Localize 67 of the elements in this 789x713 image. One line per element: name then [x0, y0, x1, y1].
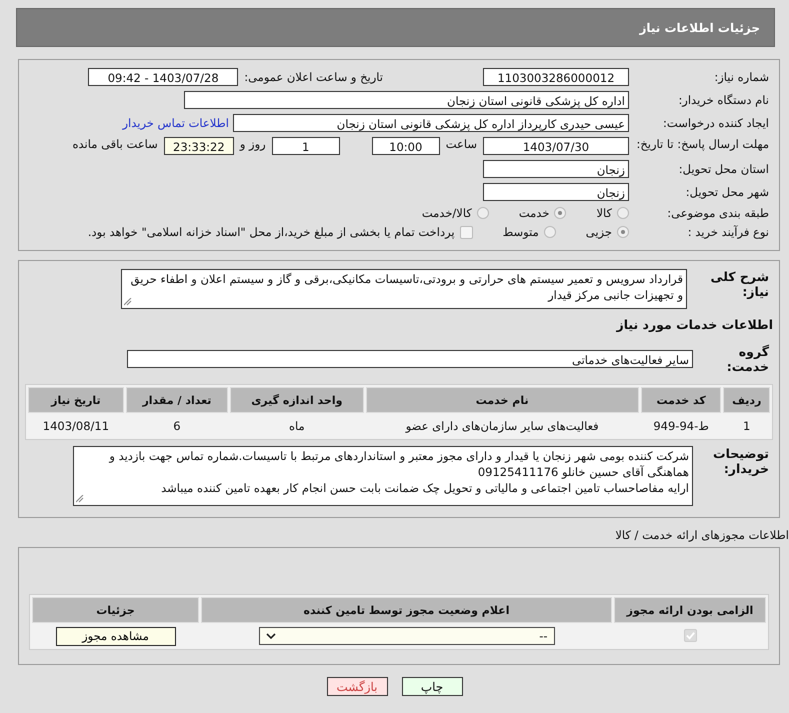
field-label: ایجاد کننده درخواست: — [662, 116, 770, 130]
radio-label: خدمت — [518, 206, 550, 220]
column-header: تعداد / مقدار — [126, 387, 228, 413]
radio-button[interactable] — [554, 207, 566, 219]
field-label: تاریخ و ساعت اعلان عمومی: — [244, 70, 383, 84]
radio-button[interactable] — [544, 226, 556, 238]
field-label: شماره نیاز: — [713, 70, 770, 84]
table-cell-text: 1403/08/11 — [42, 418, 110, 435]
time-field[interactable]: 10:00 — [372, 137, 440, 155]
chevron-down-icon — [266, 633, 276, 639]
checkbox-label: پرداخت تمام یا بخشی از مبلغ خرید،از محل "اسناد خزانه اسلامی" خواهد بود. — [88, 225, 455, 239]
checkbox[interactable] — [684, 628, 696, 642]
text-field[interactable]: اداره کل پزشکی قانونی استان زنجان — [184, 91, 629, 109]
radio-label: کالا — [596, 206, 612, 220]
resize-grip-icon[interactable] — [76, 495, 84, 503]
back-button[interactable]: بازگشت — [326, 677, 388, 696]
field-label: توضیحات خریدار: — [712, 446, 770, 476]
page-title: جزئیات اطلاعات نیاز — [639, 20, 760, 34]
table-cell-text: 1 — [742, 418, 752, 435]
radio-button[interactable] — [617, 207, 629, 219]
field-label: روز و — [240, 137, 266, 151]
field-label: نوع فرآیند خرید : — [686, 225, 770, 239]
print-button[interactable]: چاپ — [402, 677, 462, 696]
column-header: اعلام وضعیت مجوز توسط تامین کننده — [201, 597, 612, 623]
column-header: کد خدمت — [640, 387, 722, 413]
field-label: گروه خدمت: — [726, 344, 770, 374]
column-header: جزئیات — [32, 597, 199, 623]
field-label: استان محل تحویل: — [678, 162, 770, 176]
table-cell-text: فعالیت‌های سایر سازمان‌های دارای عضو — [404, 418, 600, 435]
table-cell-text: 6 — [172, 418, 182, 435]
column-header: تاریخ نیاز — [28, 387, 124, 413]
text-area[interactable]: شرکت کننده بومی شهر زنجان یا قیدار و دارای مجوز معتبر و استانداردهای مرتبط با تاسیسات.شماره تماس جهت بازدید و هماهنگی آقای حسین خانلو 09125411176 ارایه مفاصاحساب تامین اجتماعی و مالیاتی و تحویل چک ضمانت بابت حسن انجام کار بعهده تامین کننده میباشد — [73, 446, 693, 506]
field-label: نام دستگاه خریدار: — [677, 93, 770, 107]
table-cell-text: ماه — [288, 418, 306, 435]
field-label: مهلت ارسال پاسخ: تا تاریخ: — [635, 137, 770, 151]
text-area[interactable]: قرارداد سرویس و تعمیر سیستم های حرارتی و برودتی،تاسیسات مکانیکی،برقی و گاز و سیستم اعلان و اطفاء حریق و تجهیزات جانبی مرکز قیدار — [121, 269, 687, 309]
radio-label: متوسط — [502, 225, 539, 239]
text-field[interactable]: زنجان — [483, 160, 629, 178]
field-label: ساعت باقی مانده — [72, 137, 158, 151]
remaining-time-field: 23:33:22 — [164, 137, 234, 155]
field-label: طبقه بندی موضوعی: — [666, 206, 770, 220]
text-field[interactable]: 1103003286000012 — [483, 68, 629, 86]
text-field[interactable]: 1403/07/28 - 09:42 — [88, 68, 238, 86]
resize-grip-icon[interactable] — [124, 298, 132, 306]
days-field[interactable]: 1 — [272, 137, 340, 155]
status-dropdown[interactable]: -- — [258, 627, 554, 645]
field-label: شرح کلی نیاز: — [710, 269, 770, 299]
radio-label: کالا/خدمت — [422, 206, 472, 220]
radio-button[interactable] — [476, 207, 489, 219]
section-title: اطلاعات خدمات مورد نیاز — [615, 317, 773, 332]
field-label: شهر محل تحویل: — [684, 185, 770, 199]
column-header: نام خدمت — [366, 387, 639, 413]
text-field[interactable]: سایر فعالیت‌های خدماتی — [127, 350, 693, 368]
table-cell-text: ط-94-949 — [652, 418, 710, 435]
checkbox[interactable] — [460, 226, 473, 238]
radio-label: جزیی — [586, 225, 612, 239]
column-header: ردیف — [723, 387, 770, 413]
view-license-button[interactable]: مشاهده مجوز — [56, 626, 176, 646]
column-header: واحد اندازه گیری — [230, 387, 364, 413]
radio-button[interactable] — [617, 226, 629, 238]
text-field[interactable]: زنجان — [483, 183, 629, 201]
column-header: الزامی بودن ارائه مجوز — [614, 597, 766, 623]
date-field[interactable]: 1403/07/30 — [483, 137, 629, 155]
section-title: اطلاعات مجوزهای ارائه خدمت / کالا — [614, 528, 789, 542]
field-label: ساعت — [446, 137, 477, 151]
text-field[interactable]: عیسی حیدری کارپرداز اداره کل پزشکی قانونی استان زنجان — [233, 114, 629, 132]
contact-link[interactable]: اطلاعات تماس خریدار — [122, 116, 229, 130]
